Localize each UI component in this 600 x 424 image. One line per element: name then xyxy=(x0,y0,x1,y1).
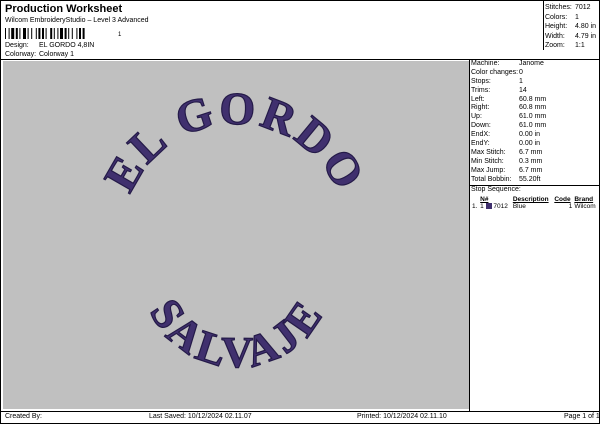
footer-divider xyxy=(1,411,599,412)
detail-row: Left: 60.8 mm xyxy=(471,95,547,103)
needle-number: 1 xyxy=(480,203,484,210)
design-bottom-text: SALVAJE xyxy=(140,290,333,378)
stop-stitch-count: 7012 xyxy=(493,203,508,210)
col-code: Code xyxy=(554,196,571,203)
design-label: Design: xyxy=(5,42,29,49)
stop-index: 1. xyxy=(472,203,478,210)
barcode xyxy=(5,28,85,39)
software-name: Wilcom EmbroideryStudio – Level 3 Advanc… xyxy=(5,17,149,24)
embroidery-design: EL GORDO SALVAJE xyxy=(93,82,376,378)
col-brand: Brand xyxy=(574,196,594,203)
detail-row: EndX: 0.00 in xyxy=(471,131,541,139)
detail-row: Trims: 14 xyxy=(471,86,527,94)
detail-row: Max Jump: 6.7 mm xyxy=(471,166,543,174)
page-number: Page 1 of 1 xyxy=(564,413,600,420)
summary-row: Colors: 1 xyxy=(545,13,579,21)
thread-description: Blue xyxy=(512,203,526,210)
detail-row: Color changes:0 xyxy=(471,68,523,76)
colorway-row: Colorway: Colorway 1 xyxy=(5,51,74,58)
design-top-text: EL GORDO xyxy=(94,82,376,199)
stop-table-header: N# Description Code Brand xyxy=(471,196,599,203)
stop-sequence-table: N# Description Code Brand 1. 1 7012 Blue… xyxy=(471,196,599,210)
design-name-row: Design: EL GORDO 4,8IN xyxy=(5,42,94,49)
detail-row: Machine: Janome xyxy=(471,60,544,67)
created-by: Created By: xyxy=(5,413,42,420)
design-value: EL GORDO 4,8IN xyxy=(38,42,95,49)
summary-row: Width: 4.79 in xyxy=(545,32,597,40)
thread-code: 1 xyxy=(568,203,573,210)
summary-row: Zoom: 1:1 xyxy=(545,42,585,49)
detail-row: Min Stitch: 0.3 mm xyxy=(471,157,543,165)
table-row: 1. 1 7012 Blue 1 Wilcom xyxy=(471,203,599,210)
summary-panel: Stitches: 7012 Colors: 1 Height: 4.80 in Wi… xyxy=(545,3,599,51)
worksheet-title: Production Worksheet xyxy=(5,3,123,15)
detail-row: Right: 60.8 mm xyxy=(471,104,547,112)
col-description: Description xyxy=(512,196,549,203)
detail-row: Down: 61.0 mm xyxy=(471,122,547,130)
summary-divider xyxy=(543,1,544,50)
colorway-value: Colorway 1 xyxy=(38,51,74,58)
detail-row: Up: 61.0 mm xyxy=(471,113,547,121)
detail-row: Max Stitch: 6.7 mm xyxy=(471,148,543,156)
summary-row: Height: 4.80 in xyxy=(545,23,597,30)
production-worksheet: Production Worksheet Wilcom EmbroiderySt… xyxy=(0,0,600,424)
detail-row: Total Bobbin: 55.20ft xyxy=(471,175,541,183)
col-number: N# xyxy=(480,196,489,203)
barcode-number: 1 xyxy=(118,32,122,38)
design-preview: EL GORDO SALVAJE xyxy=(3,61,469,409)
detail-row: Stops: 1 xyxy=(471,77,523,85)
colorway-label: Colorway: xyxy=(5,51,37,58)
printed-date: Printed: 10/12/2024 02.11.10 xyxy=(357,413,447,420)
detail-row: EndY: 0.00 in xyxy=(471,140,541,148)
summary-row: Stitches: 7012 xyxy=(545,4,591,11)
last-saved: Last Saved: 10/12/2024 02.11.07 xyxy=(149,413,252,420)
side-divider xyxy=(469,59,470,411)
machine-details: Machine: Janome Color changes:0 Stops: 1 T… xyxy=(471,60,599,184)
thread-swatch xyxy=(485,203,492,210)
thread-brand: Wilcom xyxy=(574,203,596,210)
stop-sequence-title: Stop Sequence: xyxy=(471,186,521,193)
